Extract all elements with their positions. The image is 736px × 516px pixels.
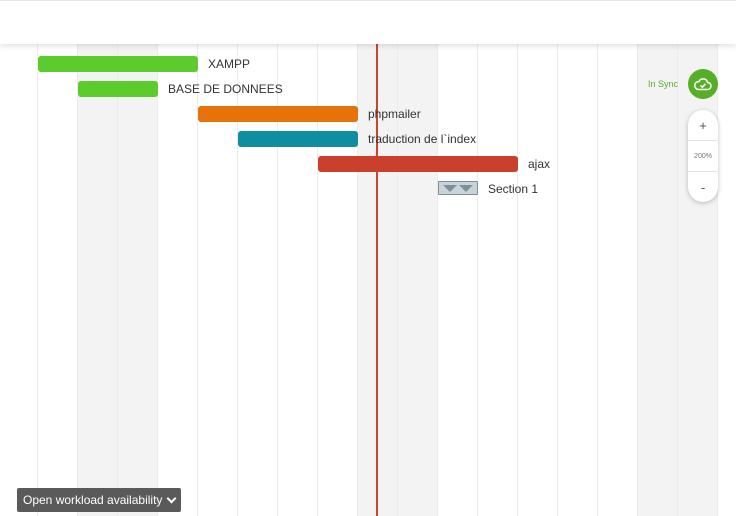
- task-bar-traduction[interactable]: [238, 131, 358, 147]
- task-label-base-de-donnees: BASE DE DONNEES: [168, 82, 283, 96]
- task-bar-phpmailer[interactable]: [198, 106, 358, 122]
- zoom-level: 200%: [688, 140, 718, 172]
- cloud-check-icon: [694, 78, 712, 91]
- grid-column: [437, 44, 477, 516]
- open-workload-label: Open workload availability: [23, 493, 163, 507]
- chevron-down-icon: [166, 493, 177, 503]
- grid-column: [557, 44, 597, 516]
- arrow-down-icon: [459, 184, 473, 192]
- task-bar-xampp[interactable]: [38, 56, 198, 72]
- grid-column: [517, 44, 557, 516]
- grid-column: [477, 44, 517, 516]
- zoom-control: + 200% -: [688, 110, 718, 202]
- task-bar-base-de-donnees[interactable]: [78, 81, 158, 97]
- task-label-phpmailer: phpmailer: [368, 107, 421, 121]
- sync-button[interactable]: [688, 69, 718, 99]
- top-header-bar: [0, 0, 736, 44]
- sync-status-label: In Sync: [648, 79, 679, 89]
- task-label-traduction: traduction de l`index: [368, 132, 477, 146]
- zoom-in-button[interactable]: +: [688, 110, 718, 140]
- task-bar-ajax[interactable]: [318, 156, 518, 172]
- task-label-ajax: ajax: [528, 157, 551, 171]
- open-workload-button[interactable]: Open workload availability: [17, 488, 182, 512]
- grid-column: [597, 44, 637, 516]
- grid-column: [157, 44, 197, 516]
- zoom-out-button[interactable]: -: [688, 172, 718, 202]
- arrow-down-icon: [443, 184, 457, 192]
- collapse-arrows-icon[interactable]: [438, 181, 478, 195]
- grid-column-weekend: [117, 44, 157, 516]
- grid-column: [717, 44, 736, 516]
- grid-column-weekend: [637, 44, 677, 516]
- grid-column-weekend: [77, 44, 117, 516]
- section-label: Section 1: [488, 182, 539, 196]
- grid-column: [37, 44, 77, 516]
- task-label-xampp: XAMPP: [208, 57, 251, 71]
